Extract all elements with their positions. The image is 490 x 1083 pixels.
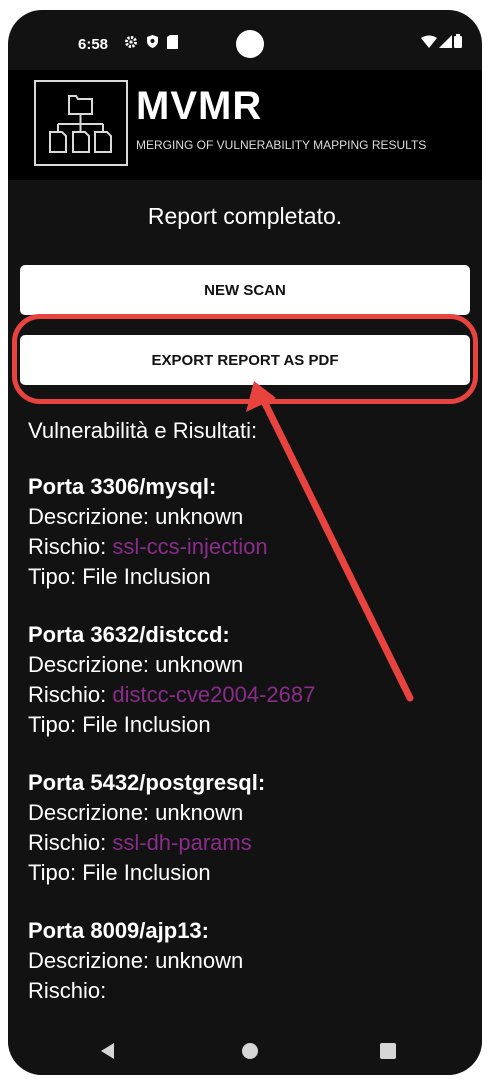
- recents-icon[interactable]: [380, 1043, 396, 1059]
- results-list[interactable]: Vulnerabilità e Risultati: Porta 3306/my…: [28, 418, 468, 1012]
- status-left-icons: [124, 34, 178, 49]
- entry-type: Tipo: File Inclusion: [28, 860, 211, 885]
- entry-risk: Rischio: ssl-dh-params: [28, 828, 468, 858]
- entry-description: Descrizione: unknown: [28, 800, 244, 825]
- status-right-icons: [421, 34, 462, 48]
- entry-port: Porta 3306/mysql:: [28, 474, 217, 499]
- entry-port: Porta 5432/postgresql:: [28, 770, 266, 795]
- entry-risk-label: Rischio:: [28, 682, 113, 707]
- camera-cutout: [236, 30, 264, 58]
- app-logo: [34, 80, 128, 166]
- entry-description: Descrizione: unknown: [28, 652, 244, 677]
- entry-risk-label: Rischio:: [28, 830, 113, 855]
- entry-description: Descrizione: unknown: [28, 948, 244, 973]
- back-icon[interactable]: [100, 1042, 116, 1060]
- shield-icon: [147, 35, 158, 48]
- result-entry: Porta 5432/postgresql: Descrizione: unkn…: [28, 768, 468, 888]
- app-subtitle: MERGING OF VULNERABILITY MAPPING RESULTS: [136, 138, 427, 152]
- wifi-icon: [421, 35, 437, 48]
- system-nav-bar: [8, 1028, 482, 1075]
- signal-icon: [439, 34, 452, 48]
- result-entry: Porta 3306/mysql: Descrizione: unknown R…: [28, 472, 468, 592]
- status-time: 6:58: [78, 36, 109, 53]
- status-bar: 6:58: [8, 10, 482, 70]
- entry-risk-link[interactable]: ssl-dh-params: [112, 830, 251, 855]
- entry-risk: Rischio:: [28, 976, 468, 1006]
- settings-gear-icon: [125, 35, 137, 48]
- entry-risk-label: Rischio:: [28, 534, 113, 559]
- entry-port: Porta 8009/ajp13:: [28, 918, 209, 943]
- entry-type: Tipo: File Inclusion: [28, 564, 211, 589]
- app-header: MVMR MERGING OF VULNERABILITY MAPPING RE…: [8, 70, 482, 180]
- entry-risk-link[interactable]: distcc-cve2004-2687: [112, 682, 315, 707]
- result-entry: Porta 3632/distccd: Descrizione: unknown…: [28, 620, 468, 740]
- entry-type: Tipo: File Inclusion: [28, 712, 211, 737]
- new-scan-button[interactable]: NEW SCAN: [20, 265, 470, 315]
- battery-icon: [454, 34, 462, 48]
- home-icon[interactable]: [242, 1043, 258, 1059]
- entry-risk: Rischio: ssl-ccs-injection: [28, 532, 468, 562]
- result-entry: Porta 8009/ajp13: Descrizione: unknown R…: [28, 916, 468, 1006]
- report-status-message: Report completato.: [147, 203, 343, 229]
- entry-risk-link[interactable]: ssl-ccs-injection: [112, 534, 267, 559]
- annotation-highlight-ring: [12, 314, 478, 404]
- phone-screen: 6:58 MVMR MERGING OF VULNERABILITY MAPPI…: [8, 10, 482, 1075]
- entry-risk: Rischio: distcc-cve2004-2687: [28, 680, 468, 710]
- entry-description: Descrizione: unknown: [28, 504, 244, 529]
- entry-risk-label: Rischio:: [28, 978, 107, 1003]
- app-title: MVMR: [136, 84, 263, 128]
- results-heading: Vulnerabilità e Risultati:: [28, 418, 258, 443]
- folder-hierarchy-icon: [49, 95, 112, 153]
- entry-port: Porta 3632/distccd:: [28, 622, 230, 647]
- sim-card-icon: [167, 34, 178, 49]
